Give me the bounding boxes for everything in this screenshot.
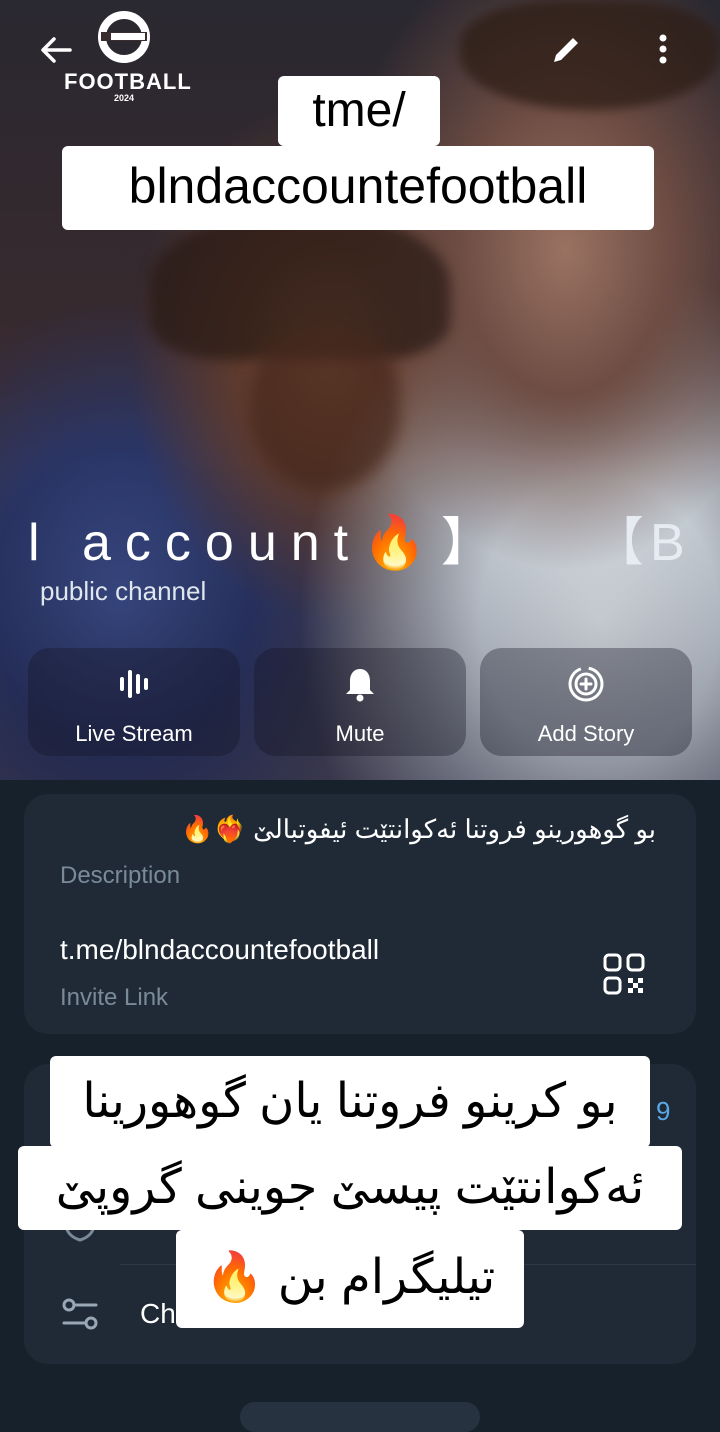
add-story-label: Add Story <box>537 721 635 746</box>
mute-label: Mute <box>335 721 385 746</box>
edit-button[interactable] <box>546 30 586 70</box>
more-menu-button[interactable] <box>648 30 678 70</box>
add-story-icon <box>568 666 604 702</box>
video-caption-line2: blndaccountefootball <box>62 146 654 230</box>
overlay-caption-line1: بو کرینو فروتنا یان گوهورینا <box>50 1056 650 1148</box>
channel-title: l account🔥】 <box>28 514 507 572</box>
channel-subtitle: public channel <box>40 576 207 606</box>
logo-year: 2024 <box>113 93 135 103</box>
overlay-caption-line3: تیلیگرام بن 🔥 <box>176 1230 524 1328</box>
qr-code-icon[interactable] <box>602 952 646 996</box>
description-label: Description <box>60 862 181 889</box>
sliders-icon <box>62 1298 98 1330</box>
settings-item-label[interactable]: Ch <box>140 1298 176 1330</box>
live-stream-icon <box>120 670 148 698</box>
video-caption-line1: tme/ <box>278 76 440 146</box>
add-story-button[interactable]: Add Story <box>480 648 692 756</box>
channel-title-continued: 【B <box>592 514 691 572</box>
more-vertical-icon <box>659 34 667 64</box>
logo-text: FOOTBALL <box>64 69 192 94</box>
overlay-caption-line2: ئەکوانتێت پیسێ جوینی گروپێ <box>18 1146 682 1230</box>
channel-actions: Live Stream Mute Add Story <box>28 648 692 756</box>
pencil-icon <box>554 38 578 62</box>
bottom-button-peek[interactable] <box>240 1402 480 1432</box>
channel-info-card: بو گوهورینو فروتنا ئەکوانتێت ئیفوتبالێ ❤… <box>24 794 696 1034</box>
count-fragment: 9 <box>656 1096 671 1126</box>
invite-link[interactable]: t.me/blndaccountefootball <box>60 934 379 966</box>
live-stream-label: Live Stream <box>75 721 193 746</box>
bell-icon <box>346 669 374 702</box>
efootball-logo: FOOTBALL 2024 <box>64 10 192 110</box>
invite-link-label: Invite Link <box>60 984 169 1011</box>
live-stream-button[interactable]: Live Stream <box>28 648 240 756</box>
description-text: بو گوهورینو فروتنا ئەکوانتێت ئیفوتبالێ ❤… <box>181 814 656 844</box>
cover-figure-right <box>460 0 720 110</box>
mute-button[interactable]: Mute <box>254 648 466 756</box>
